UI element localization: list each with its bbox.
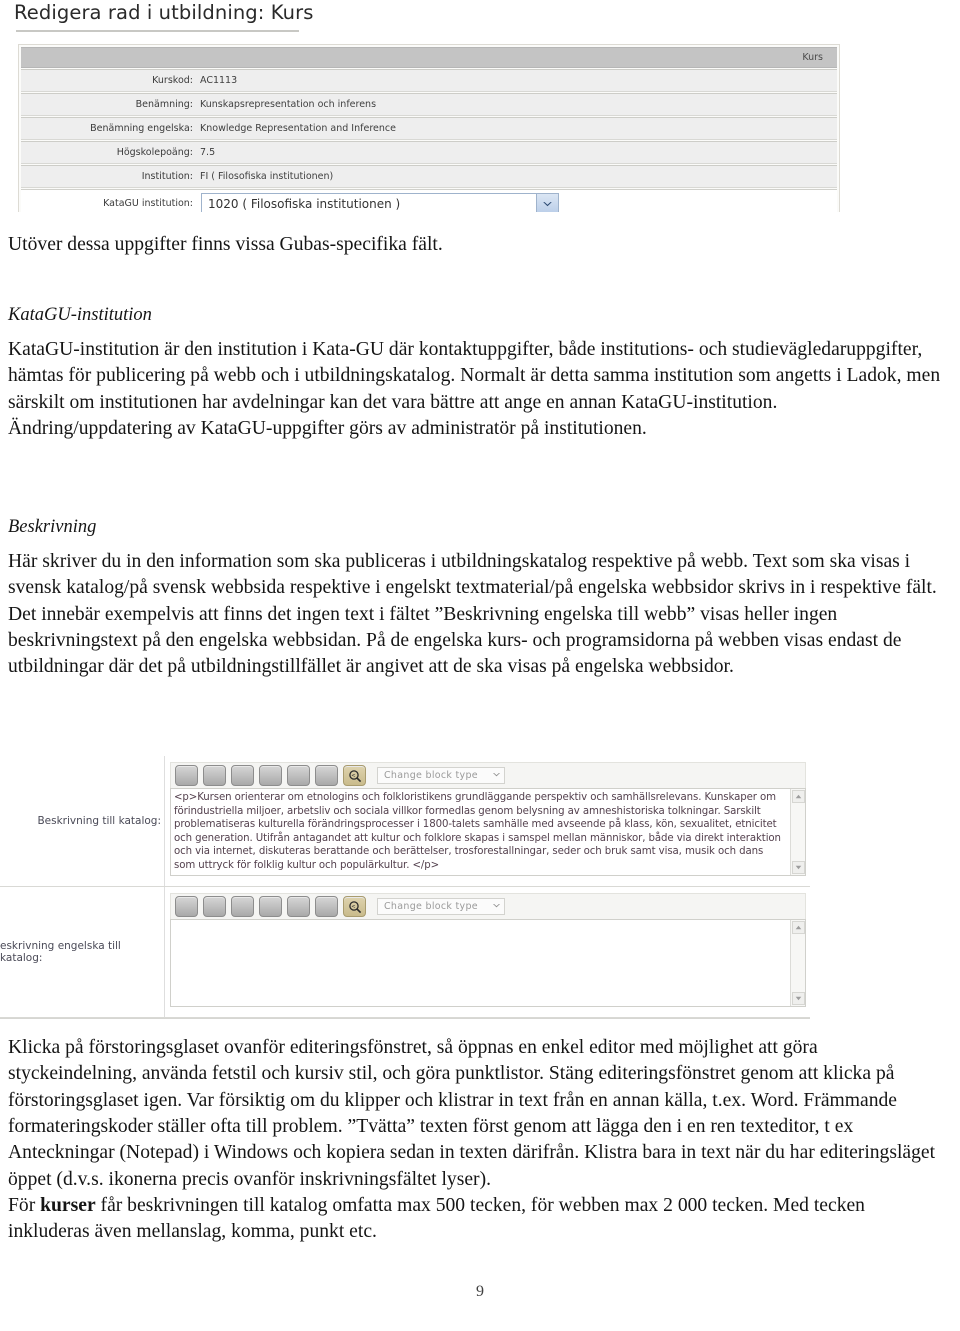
- editor-right-column: < Change block type: [165, 887, 810, 1017]
- katagu-institution-value-cell: 1020 ( Filosofiska institutionen ): [197, 190, 837, 212]
- table-row: Benämning engelska: Knowledge Representa…: [21, 117, 837, 140]
- katagu-institution-selected-value: 1020 ( Filosofiska institutionen ): [208, 196, 401, 211]
- svg-text:<: <: [351, 773, 355, 779]
- change-block-type-select[interactable]: Change block type: [377, 898, 505, 915]
- field-label: Benämning:: [135, 98, 193, 110]
- katagu-section-heading: KataGU-institution: [8, 305, 152, 325]
- screenshot-page-title: Redigera rad i utbildning: Kurs: [14, 1, 314, 24]
- field-label: Institution:: [141, 170, 193, 182]
- toolbar-button-4[interactable]: [259, 896, 282, 917]
- toolbar-button-1[interactable]: [175, 896, 198, 917]
- magnifier-icon[interactable]: <: [343, 896, 366, 917]
- table-header-row: Kurs: [21, 47, 837, 68]
- toolbar-button-6[interactable]: [315, 765, 338, 786]
- toolbar-button-6[interactable]: [315, 896, 338, 917]
- table-header-label: Kurs: [802, 51, 823, 63]
- chevron-down-icon[interactable]: [492, 770, 501, 781]
- bottom-prose-block: Klicka på förstoringsglaset ovanför edit…: [8, 1035, 946, 1246]
- toolbar-button-3[interactable]: [231, 765, 254, 786]
- table-header-spacer: [21, 48, 197, 67]
- page-number: 9: [476, 1283, 484, 1300]
- katagu-institution-label: KataGU institution:: [103, 197, 193, 209]
- course-form-table: Kurs Kurskod: AC1113 Benämning: Kunskaps…: [18, 44, 840, 212]
- editor-textarea-wrapper[interactable]: <p>Kursen orienterar om etnologins och f…: [170, 788, 806, 876]
- field-value: Knowledge Representation and Inference: [200, 122, 396, 134]
- toolbar-button-1[interactable]: [175, 765, 198, 786]
- katagu-institution-select[interactable]: 1020 ( Filosofiska institutionen ): [201, 192, 559, 212]
- editor-label-catalog-description: Beskrivning till katalog:: [0, 756, 165, 886]
- toolbar-button-2[interactable]: [203, 765, 226, 786]
- editor-content-english-catalog-description[interactable]: [171, 920, 790, 1006]
- editor-textarea-wrapper[interactable]: [170, 919, 806, 1007]
- bottom-paragraph-1: Klicka på förstoringsglaset ovanför edit…: [8, 1037, 936, 1190]
- beskrivning-section-heading: Beskrivning: [8, 517, 97, 537]
- toolbar-button-3[interactable]: [231, 896, 254, 917]
- editor-toolbar: < Change block type: [170, 762, 806, 788]
- intro-paragraph: Utöver dessa uppgifter finns vissa Gubas…: [8, 234, 443, 255]
- editor-right-column: < Change block type <p>Kursen orienterar…: [165, 756, 810, 886]
- scroll-down-icon[interactable]: [791, 861, 805, 874]
- bottom-paragraph-2-pre: För: [8, 1195, 41, 1217]
- editor-label-english-catalog-description: eskrivning engelska till katalog:: [0, 887, 165, 1017]
- table-row: Högskolepoäng: 7.5: [21, 141, 837, 164]
- field-value: Kunskapsrepresentation och inferens: [200, 98, 377, 110]
- top-screenshot-figure: Redigera rad i utbildning: Kurs Kurs Kur…: [0, 0, 960, 212]
- table-row: Kurskod: AC1113: [21, 69, 837, 92]
- bottom-screenshot-figure: Beskrivning till katalog: < Change block…: [0, 756, 810, 1019]
- change-block-type-value: Change block type: [384, 770, 478, 781]
- editor-scrollbar[interactable]: [790, 920, 805, 1006]
- field-value: 7.5: [200, 146, 216, 158]
- field-value: AC1113: [200, 74, 238, 86]
- chevron-down-icon[interactable]: [536, 193, 558, 212]
- field-label: Benämning engelska:: [90, 122, 193, 134]
- bottom-paragraph-2-post: får beskrivningen till katalog omfatta m…: [8, 1195, 865, 1243]
- change-block-type-value: Change block type: [384, 901, 478, 912]
- field-label: Högskolepoäng:: [116, 146, 193, 158]
- editor-toolbar: < Change block type: [170, 893, 806, 919]
- toolbar-button-2[interactable]: [203, 896, 226, 917]
- title-divider: [16, 30, 299, 32]
- table-row: Benämning: Kunskapsrepresentation och in…: [21, 93, 837, 116]
- toolbar-button-4[interactable]: [259, 765, 282, 786]
- magnifier-icon[interactable]: <: [343, 765, 366, 786]
- editor-block-catalog-description: Beskrivning till katalog: < Change block…: [0, 756, 810, 887]
- katagu-institution-row: KataGU institution: 1020 ( Filosofiska i…: [21, 189, 837, 212]
- bottom-paragraph-2-bold: kurser: [40, 1195, 96, 1217]
- field-label: Kurskod:: [152, 74, 193, 86]
- scroll-up-icon[interactable]: [791, 921, 805, 934]
- svg-text:<: <: [351, 904, 355, 910]
- katagu-section-paragraph: KataGU-institution är den institution i …: [8, 339, 941, 440]
- toolbar-button-5[interactable]: [287, 896, 310, 917]
- field-value: FI ( Filosofiska institutionen): [200, 170, 334, 182]
- editor-block-english-catalog-description: eskrivning engelska till katalog: < Chan…: [0, 887, 810, 1018]
- editor-scrollbar[interactable]: [790, 789, 805, 875]
- beskrivning-section-paragraph: Här skriver du in den information som sk…: [8, 551, 937, 678]
- toolbar-button-5[interactable]: [287, 765, 310, 786]
- table-row: Institution: FI ( Filosofiska institutio…: [21, 165, 837, 188]
- chevron-down-icon[interactable]: [492, 901, 501, 912]
- scroll-up-icon[interactable]: [791, 790, 805, 803]
- editor-content-catalog-description[interactable]: <p>Kursen orienterar om etnologins och f…: [171, 789, 790, 875]
- change-block-type-select[interactable]: Change block type: [377, 767, 505, 784]
- scroll-down-icon[interactable]: [791, 992, 805, 1005]
